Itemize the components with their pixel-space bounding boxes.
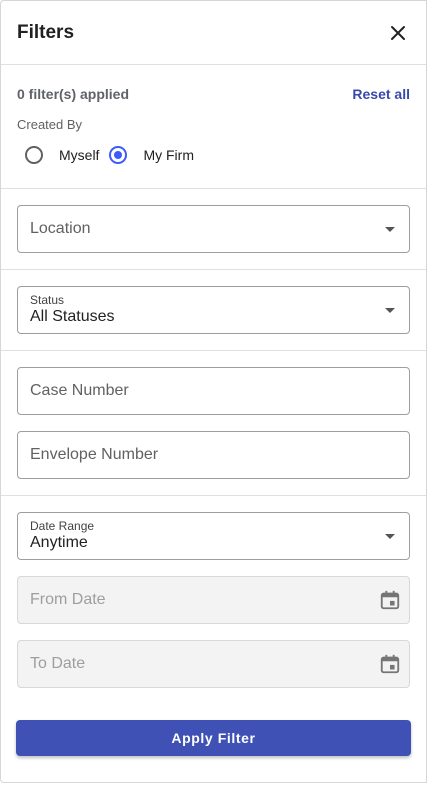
date-range-label: Date Range: [30, 519, 95, 533]
from-date-placeholder: From Date: [30, 591, 106, 608]
filter-summary: 0 filter(s) applied Reset all: [1, 67, 426, 121]
created-by-radio-group: Myself My Firm: [1, 142, 426, 168]
reset-all-link[interactable]: Reset all: [352, 86, 410, 102]
location-section: Location: [1, 189, 426, 269]
radio-myself[interactable]: Myself: [25, 146, 99, 164]
location-placeholder: Location: [30, 220, 91, 237]
radio-my-firm[interactable]: My Firm: [109, 146, 194, 164]
status-label: Status: [30, 293, 65, 307]
radio-my-firm-circle[interactable]: [109, 146, 128, 164]
status-value: All Statuses: [30, 308, 115, 325]
apply-filter-button[interactable]: Apply Filter: [16, 720, 411, 756]
status-section: Status All Statuses: [1, 270, 426, 350]
date-section: Date Range Anytime From Date To Date: [1, 496, 426, 704]
radio-my-firm-label: My Firm: [143, 147, 194, 163]
radio-myself-circle[interactable]: [25, 146, 43, 164]
status-select[interactable]: Status All Statuses: [17, 286, 410, 334]
chevron-down-icon: [385, 308, 395, 313]
chevron-down-icon: [385, 227, 395, 232]
close-button[interactable]: [382, 17, 414, 49]
to-date-placeholder: To Date: [30, 655, 86, 672]
envelope-number-placeholder: Envelope Number: [30, 446, 159, 463]
location-select[interactable]: Location: [17, 205, 410, 253]
date-range-select[interactable]: Date Range Anytime: [17, 512, 410, 560]
from-date-input[interactable]: From Date: [17, 576, 410, 624]
apply-wrap: Apply Filter: [1, 720, 426, 756]
chevron-down-icon: [385, 534, 395, 539]
numbers-section: Case Number Envelope Number: [1, 351, 426, 495]
filters-panel: Filters 0 filter(s) applied Reset all Cr…: [0, 0, 427, 783]
created-by-label: Created By: [17, 117, 83, 132]
panel-header: Filters: [1, 1, 426, 65]
to-date-input[interactable]: To Date: [17, 640, 410, 688]
case-number-input[interactable]: Case Number: [17, 367, 410, 415]
calendar-icon[interactable]: [379, 653, 401, 675]
date-range-value: Anytime: [30, 534, 88, 551]
case-number-placeholder: Case Number: [30, 382, 129, 399]
calendar-icon[interactable]: [379, 589, 401, 611]
envelope-number-input[interactable]: Envelope Number: [17, 431, 410, 479]
panel-title: Filters: [17, 21, 75, 43]
close-icon: [391, 25, 405, 40]
radio-myself-label: Myself: [59, 147, 100, 163]
applied-count: 0 filter(s) applied: [17, 86, 130, 102]
